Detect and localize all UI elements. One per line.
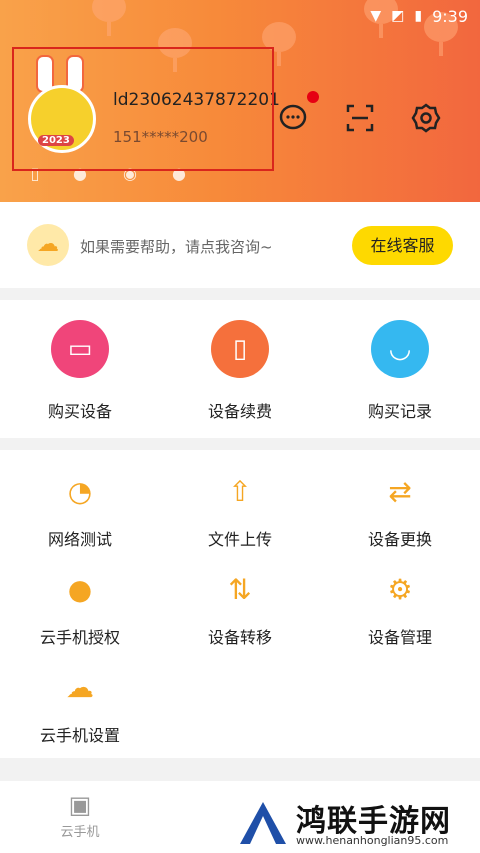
buy-section: ▭ 购买设备 ▯ 设备续费 ◡ 购买记录 [0,300,480,438]
battery-icon: ▮ [414,8,423,24]
cloud-gear-icon: ☁ [66,671,94,704]
tool-label: 文件上传 [207,530,272,549]
cloud-phone-icon: ▣ [68,791,92,819]
tab-label: 云手机 [60,825,100,840]
phone-icon: ▯ [211,320,269,378]
purchase-history-label: 购买记录 [367,402,432,421]
transfer-icon: ⇅ [228,573,252,606]
speedometer-icon: ◔ [67,475,93,508]
watermark-logo [238,798,288,848]
upload-folder-icon: ⇧ [228,475,252,508]
wifi-icon: ▼ [370,8,382,24]
scan-icon[interactable] [345,103,375,133]
purchase-history-button[interactable]: ◡ 购买记录 [340,320,460,422]
user-check-icon: ● [67,573,93,606]
renew-device-label: 设备续费 [207,402,272,421]
watermark: 鸿联手游网 www.henanhonglian95.com [228,794,480,853]
network-test-button[interactable]: ◔ 网络测试 [10,474,150,550]
tab-cloud-phone[interactable]: ▣ 云手机 [35,791,125,840]
cloud-phone-settings-button[interactable]: ☁ 云手机设置 [10,670,150,746]
no-sim-icon: ◩ [391,8,405,24]
tool-label: 设备更换 [367,530,432,549]
tool-label: 设备转移 [207,628,272,647]
assistant-icon: ☁ [27,224,69,266]
message-badge [307,91,319,103]
device-management-button[interactable]: ⚙ 设备管理 [330,572,470,648]
status-time: 9:39 [432,6,468,26]
buy-device-label: 购买设备 [47,402,112,421]
online-service-button[interactable]: 在线客服 [352,226,453,265]
status-bar: ▼ ◩ ▮ 9:39 [370,4,468,28]
file-upload-button[interactable]: ⇧ 文件上传 [170,474,310,550]
card-icon: ▭ [51,320,109,378]
device-swap-button[interactable]: ⇄ 设备更换 [330,474,470,550]
swap-icon: ⇄ [388,475,412,508]
highlight-box [12,47,274,171]
tool-label: 设备管理 [367,628,432,647]
help-text[interactable]: 如果需要帮助，请点我咨询~ [80,236,273,257]
renew-device-button[interactable]: ▯ 设备续费 [180,320,300,422]
message-icon[interactable] [278,103,308,133]
device-transfer-button[interactable]: ⇅ 设备转移 [170,572,310,648]
tool-label: 网络测试 [47,530,112,549]
tool-label: 云手机设置 [39,726,120,745]
tools-section: ◔ 网络测试 ⇧ 文件上传 ⇄ 设备更换 ● 云手机授权 ⇅ 设备转移 ⚙ 设备… [0,450,480,758]
buy-device-button[interactable]: ▭ 购买设备 [20,320,140,422]
cloud-phone-auth-button[interactable]: ● 云手机授权 [10,572,150,648]
lantern-decoration [92,0,126,36]
monitor-gear-icon: ⚙ [387,573,413,606]
bag-icon: ◡ [371,320,429,378]
settings-icon[interactable] [411,103,441,133]
tool-label: 云手机授权 [39,628,120,647]
watermark-url: www.henanhonglian95.com [296,834,449,847]
